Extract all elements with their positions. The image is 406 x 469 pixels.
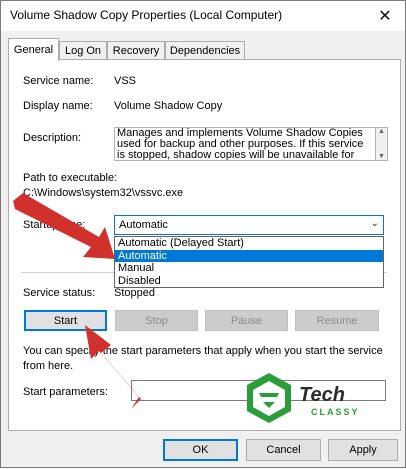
properties-dialog: Volume Shadow Copy Properties (Local Com…	[0, 0, 406, 468]
arrow-to-dropdown-icon	[13, 193, 115, 259]
annotation-arrows	[13, 193, 141, 409]
arrow-to-start-button-icon	[85, 325, 141, 409]
